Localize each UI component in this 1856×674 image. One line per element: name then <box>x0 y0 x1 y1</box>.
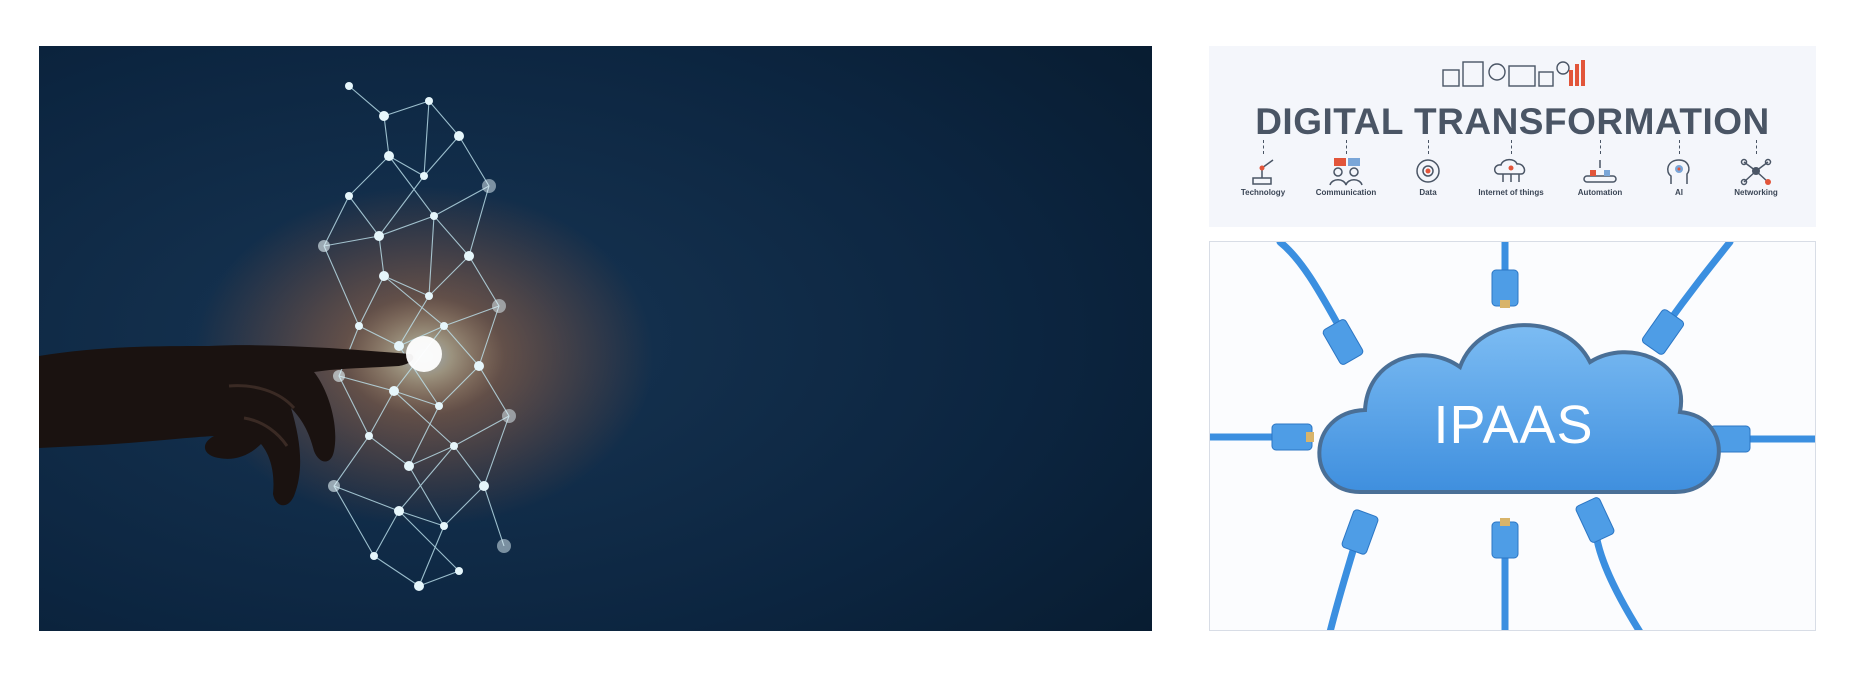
banner-item-internet-of-things: Internet of things <box>1466 140 1556 197</box>
cloud-network-icon <box>1494 158 1526 182</box>
ai-head-icon <box>1666 159 1690 184</box>
banner-item-automation: Automation <box>1555 140 1645 197</box>
banner-item-technology: Technology <box>1218 140 1308 197</box>
robot-arm-icon <box>1252 159 1274 185</box>
hand-touching-network-icon <box>39 46 1152 631</box>
banner-title: DIGITAL TRANSFORMATION <box>1255 101 1770 142</box>
cloud-label: IPAAS <box>1433 395 1594 455</box>
network-nodes-icon <box>1740 158 1772 186</box>
banner-item-data: Data <box>1383 140 1473 197</box>
ipaas-image: IPAAS <box>1209 241 1816 631</box>
tech-illustration-icon <box>1442 60 1585 87</box>
hero-image <box>39 46 1152 631</box>
people-chat-icon <box>1329 158 1363 186</box>
data-gear-icon <box>1416 159 1440 183</box>
digital-transformation-banner: DIGITAL TRANSFORMATION Technology Commun… <box>1209 46 1816 227</box>
banner-item-networking: Networking <box>1711 140 1801 197</box>
banner-item-communication: Communication <box>1301 140 1391 197</box>
conveyor-icon <box>1583 160 1617 183</box>
